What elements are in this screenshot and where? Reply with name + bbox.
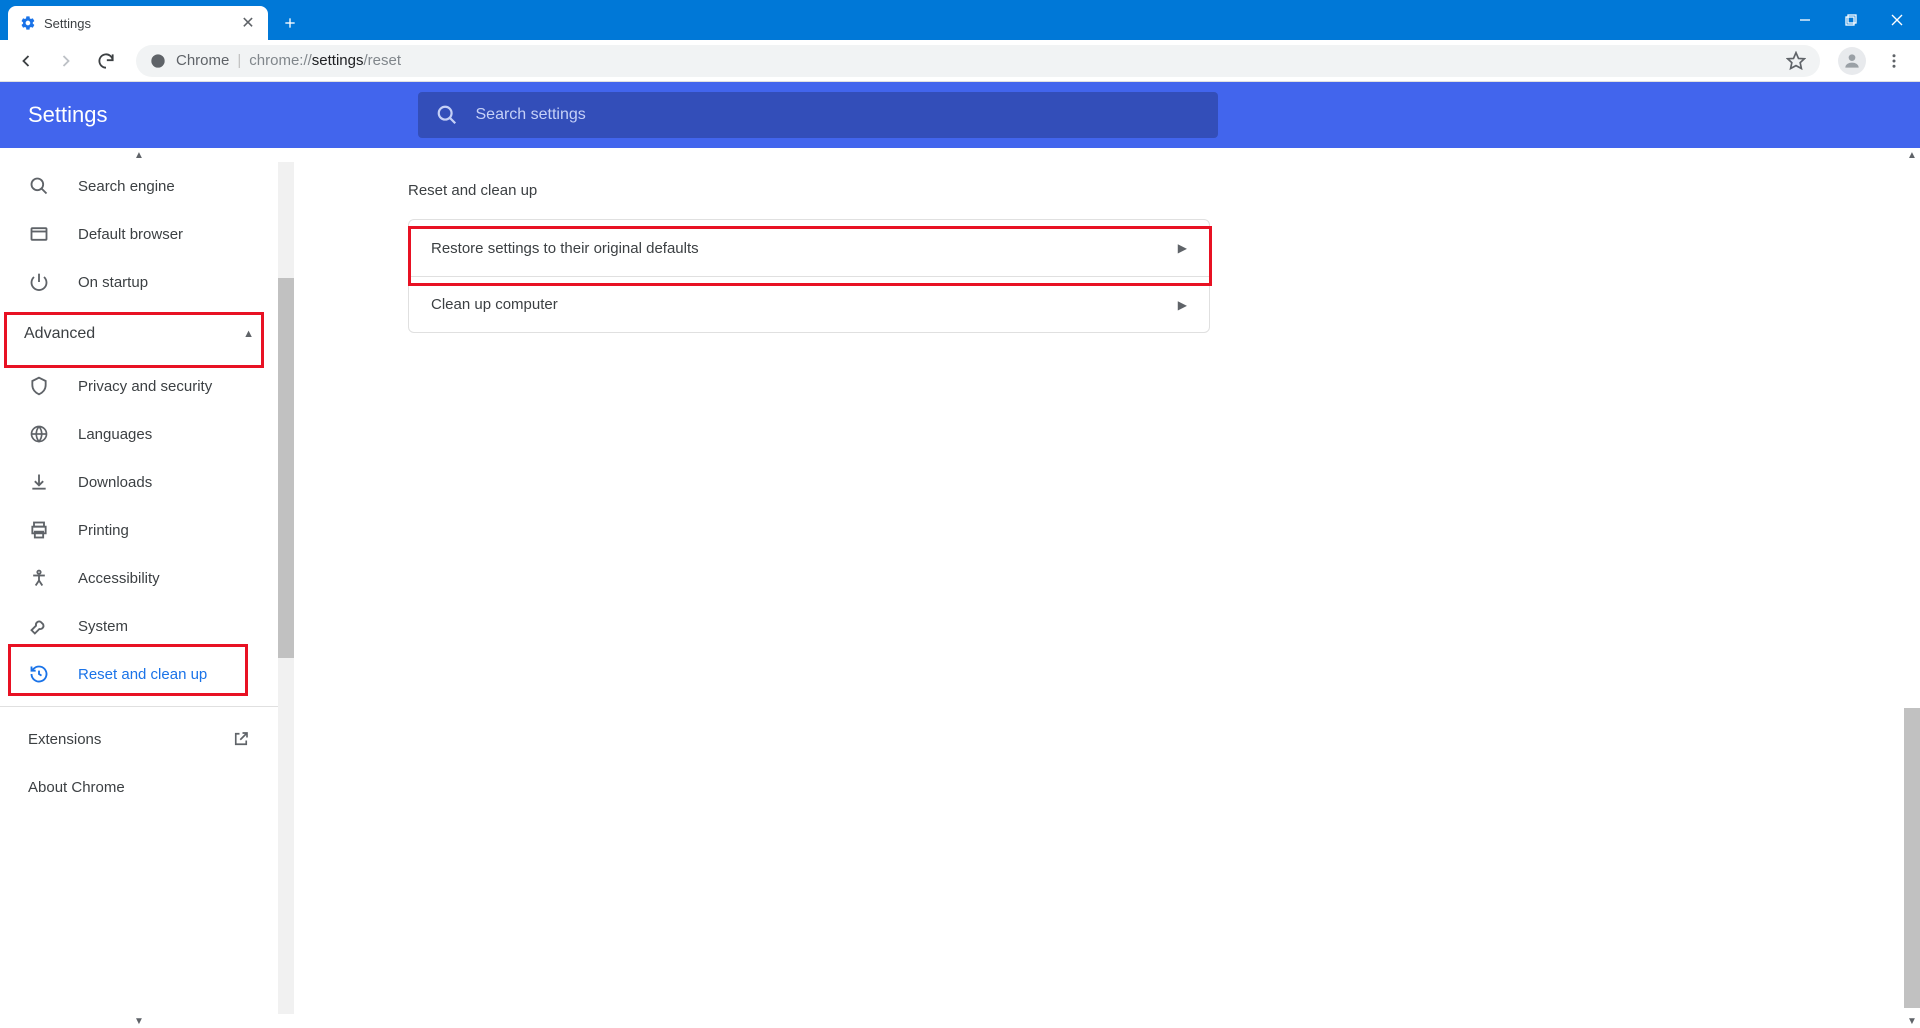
- close-window-button[interactable]: [1874, 0, 1920, 40]
- caret-up-icon: ▲: [243, 328, 254, 340]
- chevron-right-icon: ▶: [1178, 241, 1187, 255]
- extensions-label: Extensions: [28, 731, 101, 748]
- settings-card: Restore settings to their original defau…: [408, 219, 1210, 333]
- sidebar-item-downloads[interactable]: Downloads: [0, 458, 278, 506]
- settings-gear-icon: [20, 15, 36, 31]
- chevron-right-icon: ▶: [1178, 298, 1187, 312]
- sidebar-item-label: Printing: [78, 522, 129, 539]
- restore-icon: [28, 663, 50, 685]
- sidebar-item-label: Reset and clean up: [78, 666, 207, 683]
- reload-button[interactable]: [88, 43, 124, 79]
- new-tab-button[interactable]: [276, 9, 304, 37]
- sidebar-section-advanced[interactable]: Advanced ▲: [0, 306, 278, 362]
- minimize-button[interactable]: [1782, 0, 1828, 40]
- browser-tab[interactable]: Settings ✕: [8, 6, 268, 40]
- search-placeholder: Search settings: [476, 106, 586, 124]
- shield-icon: [28, 375, 50, 397]
- sidebar-item-label: Downloads: [78, 474, 152, 491]
- advanced-label: Advanced: [24, 325, 95, 343]
- sidebar-item-about-chrome[interactable]: About Chrome: [0, 763, 278, 811]
- sidebar-item-label: System: [78, 618, 128, 635]
- divider: [0, 706, 278, 707]
- sidebar-item-label: Privacy and security: [78, 378, 212, 395]
- section-title: Reset and clean up: [408, 182, 1210, 199]
- external-link-icon: [232, 730, 250, 748]
- browser-window-icon: [28, 223, 50, 245]
- power-icon: [28, 271, 50, 293]
- settings-title: Settings: [28, 102, 108, 128]
- url-text: Chrome|chrome://settings/reset: [176, 52, 401, 69]
- download-icon: [28, 471, 50, 493]
- sidebar-item-default-browser[interactable]: Default browser: [0, 210, 278, 258]
- sidebar-item-on-startup[interactable]: On startup: [0, 258, 278, 306]
- sidebar-item-privacy-security[interactable]: Privacy and security: [0, 362, 278, 410]
- sidebar-scroll-up[interactable]: ▲: [0, 148, 278, 162]
- tab-title: Settings: [44, 16, 240, 31]
- back-button[interactable]: [8, 43, 44, 79]
- search-icon: [28, 175, 50, 197]
- row-clean-up-computer[interactable]: Clean up computer ▶: [409, 276, 1209, 332]
- accessibility-icon: [28, 567, 50, 589]
- sidebar-item-system[interactable]: System: [0, 602, 278, 650]
- main-scroll-up[interactable]: ▲: [1904, 148, 1920, 162]
- forward-button[interactable]: [48, 43, 84, 79]
- address-bar[interactable]: Chrome|chrome://settings/reset: [136, 45, 1820, 77]
- site-info-icon[interactable]: [150, 53, 166, 69]
- sidebar-item-printing[interactable]: Printing: [0, 506, 278, 554]
- about-label: About Chrome: [28, 779, 125, 796]
- wrench-icon: [28, 615, 50, 637]
- row-label: Clean up computer: [431, 296, 558, 313]
- sidebar-item-label: Languages: [78, 426, 152, 443]
- bookmark-star-icon[interactable]: [1786, 51, 1806, 71]
- row-restore-defaults[interactable]: Restore settings to their original defau…: [409, 220, 1209, 276]
- settings-search-input[interactable]: Search settings: [418, 92, 1218, 138]
- window-controls: [1782, 0, 1920, 40]
- main-scrollbar-thumb[interactable]: [1904, 708, 1920, 1008]
- profile-avatar[interactable]: [1838, 47, 1866, 75]
- sidebar-item-label: On startup: [78, 274, 148, 291]
- sidebar-item-label: Default browser: [78, 226, 183, 243]
- sidebar-item-reset-cleanup[interactable]: Reset and clean up: [0, 650, 278, 698]
- sidebar-item-search-engine[interactable]: Search engine: [0, 162, 278, 210]
- main-scroll-down[interactable]: ▼: [1904, 1014, 1920, 1028]
- settings-sidebar: ▲ Search engine Default browser On start…: [0, 148, 278, 1028]
- globe-icon: [28, 423, 50, 445]
- printer-icon: [28, 519, 50, 541]
- sidebar-item-extensions[interactable]: Extensions: [0, 715, 278, 763]
- sidebar-item-languages[interactable]: Languages: [0, 410, 278, 458]
- maximize-button[interactable]: [1828, 0, 1874, 40]
- sidebar-item-accessibility[interactable]: Accessibility: [0, 554, 278, 602]
- sidebar-scrollbar-thumb[interactable]: [278, 278, 294, 658]
- sidebar-item-label: Search engine: [78, 178, 175, 195]
- settings-header: Settings Search settings: [0, 82, 1920, 148]
- sidebar-item-label: Accessibility: [78, 570, 160, 587]
- window-titlebar: Settings ✕: [0, 0, 1920, 40]
- browser-toolbar: Chrome|chrome://settings/reset: [0, 40, 1920, 82]
- row-label: Restore settings to their original defau…: [431, 240, 699, 257]
- search-icon: [436, 104, 458, 126]
- sidebar-scroll-down[interactable]: ▼: [0, 1014, 278, 1028]
- kebab-menu-icon[interactable]: [1876, 43, 1912, 79]
- close-tab-icon[interactable]: ✕: [240, 15, 256, 31]
- main-content: ▲ Reset and clean up Restore settings to…: [294, 148, 1920, 1028]
